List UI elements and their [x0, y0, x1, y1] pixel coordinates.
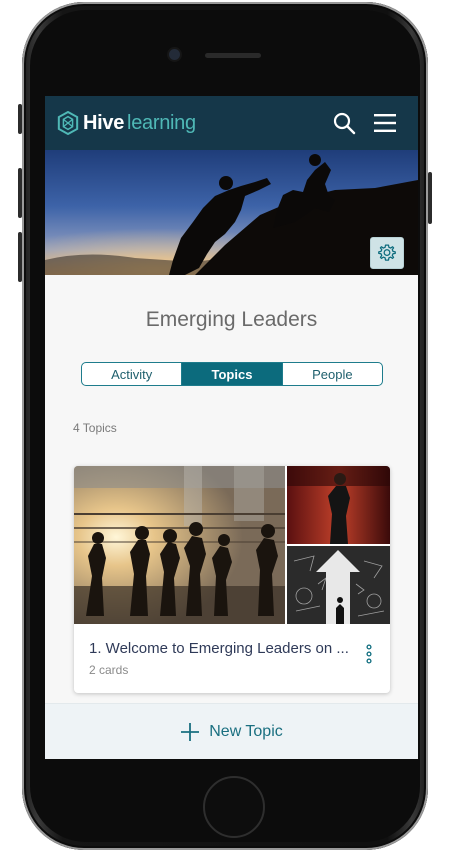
new-topic-button[interactable]: New Topic: [180, 722, 283, 742]
mute-switch: [18, 104, 22, 134]
volume-down-button: [18, 232, 22, 282]
brand-name-bold: Hive: [83, 111, 125, 134]
topic-card-title: 1. Welcome to Emerging Leaders on ...: [89, 640, 349, 657]
topic-card-card-count: 2 cards: [89, 663, 129, 677]
more-vertical-icon[interactable]: [364, 644, 374, 664]
earpiece-speaker: [205, 53, 261, 58]
power-button: [428, 172, 432, 224]
top-navigation-bar: Hive learning: [45, 96, 418, 150]
topic-card-image-collage: [74, 466, 390, 624]
group-title: Emerging Leaders: [145, 308, 318, 331]
new-topic-bar: New Topic: [45, 703, 418, 759]
topic-card[interactable]: 1. Welcome to Emerging Leaders on ... 2 …: [74, 466, 390, 693]
search-icon[interactable]: [332, 111, 356, 135]
home-button[interactable]: [203, 776, 265, 838]
tab-people[interactable]: People: [281, 363, 382, 385]
hamburger-menu-icon[interactable]: [373, 112, 397, 134]
group-settings-button[interactable]: [370, 237, 404, 269]
volume-up-button: [18, 168, 22, 218]
section-tabs: Activity Topics People: [81, 362, 383, 386]
plus-icon: [181, 723, 200, 741]
hexagon-logo-icon: [57, 111, 79, 135]
gear-icon: [378, 244, 396, 261]
app-screen: Hive learning Emerging Leaders Activity …: [45, 96, 418, 759]
new-topic-label: New Topic: [209, 723, 283, 740]
group-cover-image: [45, 150, 418, 275]
hive-learning-logo[interactable]: Hive learning: [57, 110, 196, 136]
front-camera: [169, 49, 180, 60]
tab-topics[interactable]: Topics: [181, 363, 282, 385]
brand-name-light: learning: [127, 111, 196, 134]
topics-count: 4 Topics: [73, 421, 117, 435]
tab-activity[interactable]: Activity: [82, 363, 181, 385]
